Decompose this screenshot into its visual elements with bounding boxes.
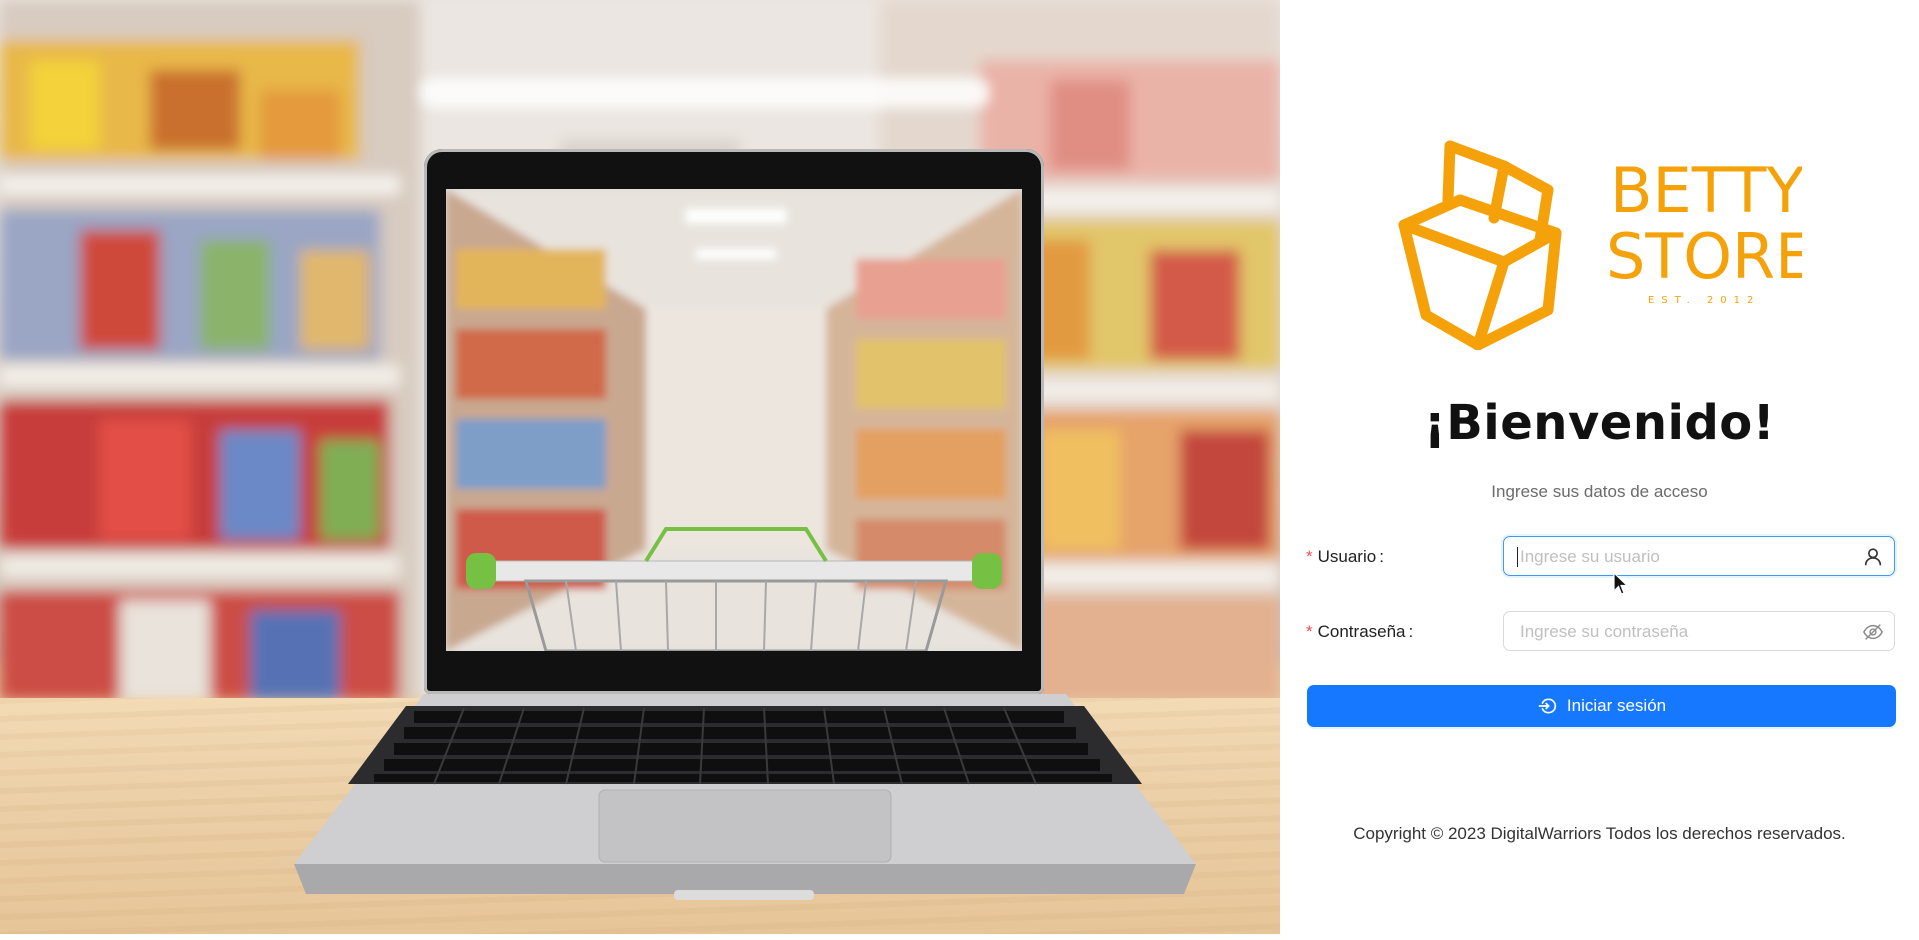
betty-store-logo: BETTY STORE EST. 2012 [1398, 140, 1814, 351]
login-icon [1538, 698, 1557, 714]
password-row: * Contraseña: [1306, 611, 1896, 653]
shopping-cart-aisle-image [446, 189, 1022, 651]
mouse-cursor-icon [1613, 572, 1629, 595]
password-label-text: Contraseña [1317, 622, 1406, 641]
brand-established: EST. 2012 [1648, 295, 1760, 306]
laptop-screen [424, 149, 1044, 694]
ceiling-light [420, 78, 990, 108]
laptop-display [446, 189, 1022, 651]
user-icon [1864, 548, 1882, 566]
login-page: BETTY STORE EST. 2012 ¡Bienvenido! Ingre… [0, 0, 1919, 940]
login-button-label: Iniciar sesión [1566, 696, 1667, 715]
basket-logo-icon: BETTY STORE EST. 2012 [1398, 140, 1814, 351]
text-caret [1517, 547, 1518, 567]
username-input[interactable] [1518, 537, 1852, 577]
login-button[interactable]: Iniciar sesión [1307, 685, 1896, 727]
brand-name-line2: STORE [1606, 220, 1802, 293]
password-input[interactable] [1518, 612, 1852, 652]
password-input-wrapper[interactable] [1503, 611, 1895, 652]
password-label: * Contraseña: [1306, 622, 1414, 641]
username-label-text: Usuario [1317, 547, 1377, 566]
brand-name-line1: BETTY [1610, 154, 1802, 227]
username-row: * Usuario: [1306, 536, 1896, 578]
laptop-keyboard-base [294, 694, 1196, 900]
hero-image [0, 0, 1280, 934]
eye-invisible-icon[interactable] [1862, 621, 1884, 643]
welcome-title: ¡Bienvenido! [1423, 395, 1776, 451]
required-mark: * [1306, 622, 1313, 641]
welcome-subtitle: Ingrese sus datos de acceso [1491, 482, 1708, 501]
username-input-wrapper[interactable] [1503, 536, 1895, 577]
required-mark: * [1306, 547, 1313, 566]
username-label: * Usuario: [1306, 547, 1384, 566]
copyright-text: Copyright © 2023 DigitalWarriors Todos l… [1353, 824, 1846, 843]
